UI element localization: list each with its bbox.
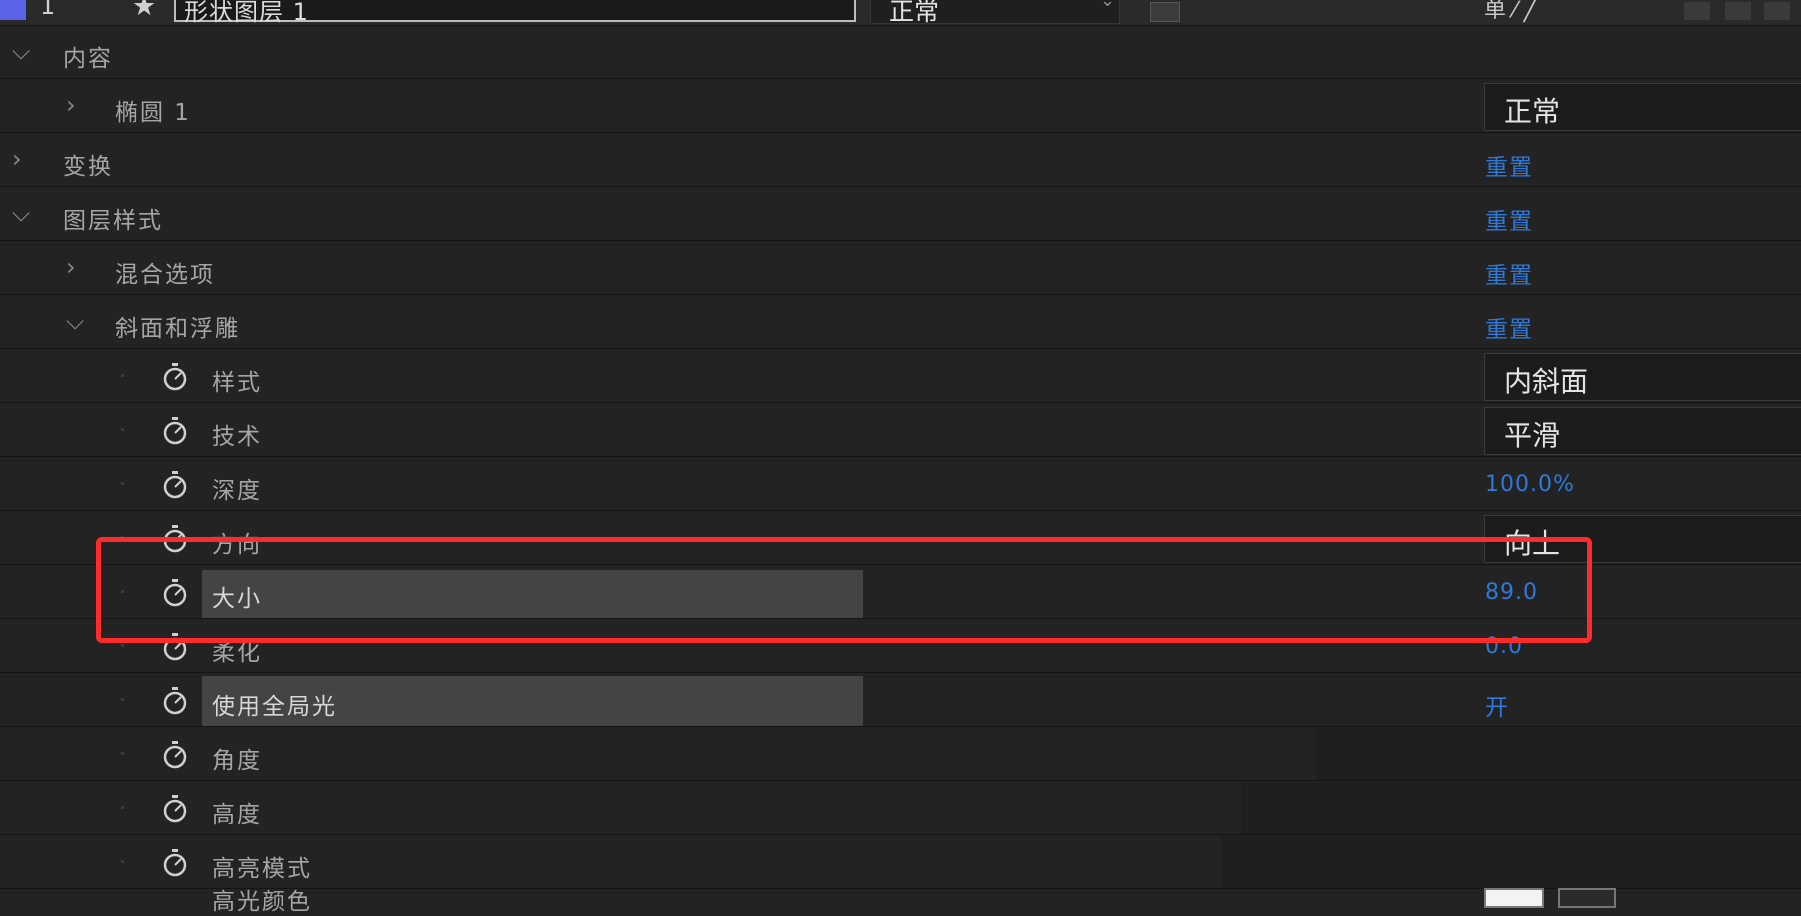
property-label: 椭圆 1 <box>115 100 191 126</box>
stopwatch-icon[interactable] <box>161 848 189 878</box>
reset-link[interactable]: 重置 <box>1485 256 1533 290</box>
indent-dot <box>121 644 124 647</box>
indent-dot <box>121 806 124 809</box>
highlight-annotation-box <box>96 537 1592 643</box>
chevron-down-icon[interactable]: ⌵ <box>12 199 30 227</box>
blend-mode-value: 正常 <box>889 0 940 26</box>
panel-edge <box>1241 782 1801 834</box>
stopwatch-icon[interactable] <box>161 686 189 716</box>
reset-link[interactable]: 重置 <box>1485 310 1533 344</box>
dropdown-value: 正常 <box>1504 95 1561 128</box>
reset-link[interactable]: 重置 <box>1485 202 1533 236</box>
property-row-depth[interactable]: 深度 100.0% <box>0 458 1801 511</box>
property-row-altitude[interactable]: 高度 <box>0 782 1801 835</box>
chevron-down-icon[interactable]: ⌵ <box>66 307 84 335</box>
property-label: 变换 <box>63 154 113 180</box>
eyedropper-button[interactable] <box>1558 888 1616 908</box>
technique-dropdown[interactable]: 平滑 <box>1484 407 1801 455</box>
property-row-ellipse[interactable]: › 椭圆 1 正常 <box>0 80 1801 133</box>
indent-dot <box>121 698 124 701</box>
property-label: 高光颜色 <box>212 889 312 915</box>
stopwatch-icon[interactable] <box>161 794 189 824</box>
property-label: 混合选项 <box>115 262 215 288</box>
chevron-down-icon: ⌄ <box>1100 0 1116 11</box>
layer-switches[interactable]: 单 ⁄ ╱ <box>1484 0 1537 24</box>
property-row-layer-styles[interactable]: ⌵ 图层样式 重置 <box>0 188 1801 241</box>
chevron-right-icon[interactable]: › <box>66 253 76 281</box>
property-row-blending-options[interactable]: › 混合选项 重置 <box>0 242 1801 295</box>
switch-box[interactable] <box>1725 2 1751 20</box>
depth-value[interactable]: 100.0% <box>1485 472 1575 497</box>
switch-box[interactable] <box>1764 2 1790 20</box>
panel-edge <box>1316 728 1801 780</box>
indent-dot <box>121 374 124 377</box>
property-label: 深度 <box>212 478 262 504</box>
blend-mode-dropdown[interactable]: 正常 <box>870 0 1120 26</box>
chevron-down-icon[interactable]: ⌵ <box>12 37 30 65</box>
property-label: 图层样式 <box>63 208 163 234</box>
property-label: 高亮模式 <box>212 856 312 882</box>
property-row-transform[interactable]: › 变换 重置 <box>0 134 1801 187</box>
indent-dot <box>121 482 124 485</box>
indent-dot <box>121 860 124 863</box>
reset-link[interactable]: 重置 <box>1485 148 1533 182</box>
indent-dot <box>121 428 124 431</box>
global-light-toggle[interactable]: 开 <box>1485 688 1509 722</box>
indent-dot <box>121 752 124 755</box>
bevel-style-dropdown[interactable]: 内斜面 <box>1484 353 1801 401</box>
blend-mode-dropdown[interactable]: 正常 <box>1484 83 1801 131</box>
highlight-color-swatch[interactable] <box>1484 888 1544 908</box>
property-label: 内容 <box>63 46 113 72</box>
property-row-angle[interactable]: 角度 <box>0 728 1801 781</box>
panel-edge <box>1221 836 1801 888</box>
layer-name-field[interactable]: 形状图层 1 <box>174 0 856 26</box>
property-label: 角度 <box>212 748 262 774</box>
stopwatch-icon[interactable] <box>161 362 189 392</box>
dropdown-value: 内斜面 <box>1504 365 1589 398</box>
star-icon: ★ <box>132 0 157 22</box>
property-label: 斜面和浮雕 <box>115 316 240 342</box>
layer-color-label[interactable] <box>0 0 26 20</box>
layer-name-text: 形状图层 1 <box>184 0 309 26</box>
property-label: 高度 <box>212 802 262 828</box>
property-row-contents[interactable]: ⌵ 内容 <box>0 26 1801 79</box>
dropdown-value: 平滑 <box>1504 419 1561 452</box>
property-label: 样式 <box>212 370 262 396</box>
chevron-right-icon[interactable]: › <box>12 145 22 173</box>
chevron-right-icon[interactable]: › <box>66 91 76 119</box>
property-row-use-global-light[interactable]: 使用全局光 开 <box>0 674 1801 727</box>
property-row-style[interactable]: 样式 内斜面 <box>0 350 1801 403</box>
trackmatte-checkbox[interactable] <box>1150 2 1180 22</box>
property-row-technique[interactable]: 技术 平滑 <box>0 404 1801 457</box>
stopwatch-icon[interactable] <box>161 740 189 770</box>
property-row-bevel-emboss[interactable]: ⌵ 斜面和浮雕 重置 <box>0 296 1801 349</box>
property-label: 技术 <box>212 424 262 450</box>
layer-number: 1 <box>40 0 56 20</box>
stopwatch-icon[interactable] <box>161 470 189 500</box>
switch-box[interactable] <box>1684 2 1710 20</box>
stopwatch-icon[interactable] <box>161 416 189 446</box>
property-label: 使用全局光 <box>212 694 337 720</box>
